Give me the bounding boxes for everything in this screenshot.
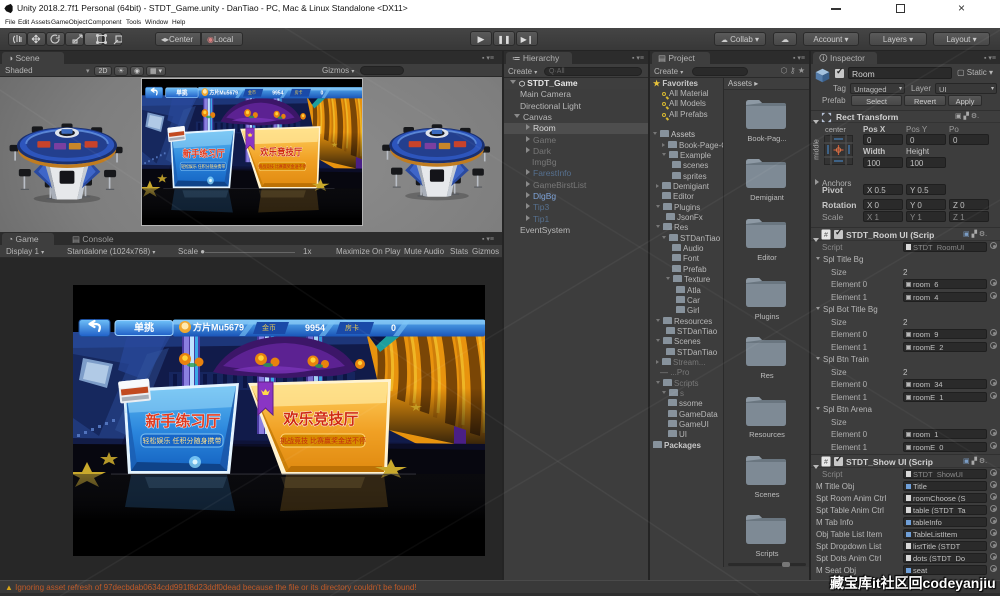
svg-text:#: # [824, 459, 828, 466]
svg-text:#: # [824, 232, 828, 239]
